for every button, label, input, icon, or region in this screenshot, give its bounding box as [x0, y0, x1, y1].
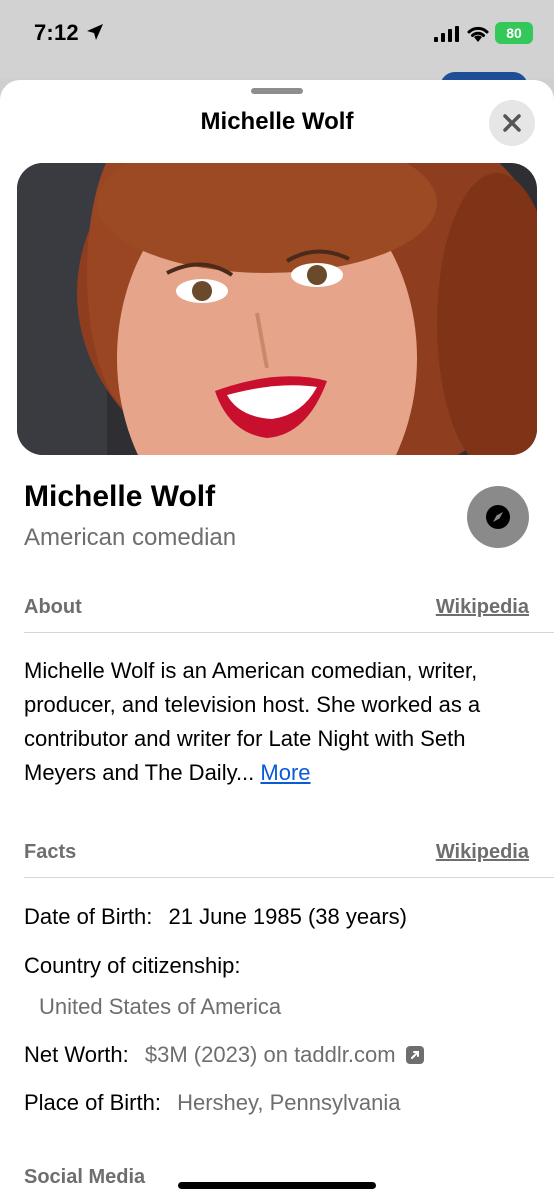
more-link[interactable]: More	[260, 760, 310, 785]
fact-label: Date of Birth:	[24, 904, 153, 929]
about-text-block: Michelle Wolf is an American comedian, w…	[24, 654, 536, 790]
social-media-heading: Social Media	[24, 1166, 146, 1188]
fact-citizenship-label: Country of citizenship:	[24, 953, 240, 979]
status-time: 7:12	[34, 20, 79, 45]
person-photo	[17, 163, 537, 455]
fact-label: Place of Birth:	[24, 1090, 161, 1115]
facts-divider	[24, 877, 554, 878]
fact-place-of-birth: Place of Birth: Hershey, Pennsylvania	[24, 1090, 400, 1116]
lookup-sheet: Michelle Wolf Michelle Wolf American com…	[0, 80, 554, 1200]
fact-date-of-birth: Date of Birth: 21 June 1985 (38 years)	[24, 904, 407, 930]
fact-label: Net Worth:	[24, 1042, 129, 1067]
fact-net-worth[interactable]: Net Worth: $3M (2023) on taddlr.com	[24, 1042, 424, 1068]
location-arrow-icon	[87, 24, 103, 40]
sheet-grabber[interactable]	[251, 88, 303, 94]
about-heading: About	[24, 596, 82, 618]
about-divider	[24, 632, 554, 633]
facts-heading: Facts	[24, 841, 77, 863]
status-bar: 7:12 80	[0, 0, 554, 102]
fact-value[interactable]: $3M (2023) on taddlr.com	[145, 1042, 396, 1067]
battery-level: 80	[506, 25, 522, 41]
fact-value: United States of America	[39, 994, 282, 1019]
facts-wikipedia-link[interactable]: Wikipedia	[436, 841, 529, 864]
battery-indicator: 80	[495, 22, 533, 44]
person-description: American comedian	[24, 524, 237, 551]
fact-value: Hershey, Pennsylvania	[177, 1090, 401, 1115]
about-wikipedia-link[interactable]: Wikipedia	[436, 596, 529, 619]
home-indicator[interactable]	[178, 1182, 376, 1189]
explore-button[interactable]	[467, 486, 529, 548]
close-button[interactable]	[489, 100, 535, 146]
sheet-title: Michelle Wolf	[200, 108, 354, 135]
compass-icon	[486, 505, 510, 529]
fact-label: Country of citizenship:	[24, 953, 241, 978]
person-name: Michelle Wolf	[24, 480, 216, 513]
fact-value: 21 June 1985 (38 years)	[168, 904, 408, 929]
wifi-icon	[467, 26, 489, 42]
close-icon	[503, 114, 521, 132]
external-link-icon[interactable]	[405, 1046, 424, 1064]
fact-citizenship-value: United States of America	[39, 994, 281, 1020]
cellular-signal-icon	[434, 26, 459, 42]
about-text: Michelle Wolf is an American comedian, w…	[24, 658, 481, 785]
